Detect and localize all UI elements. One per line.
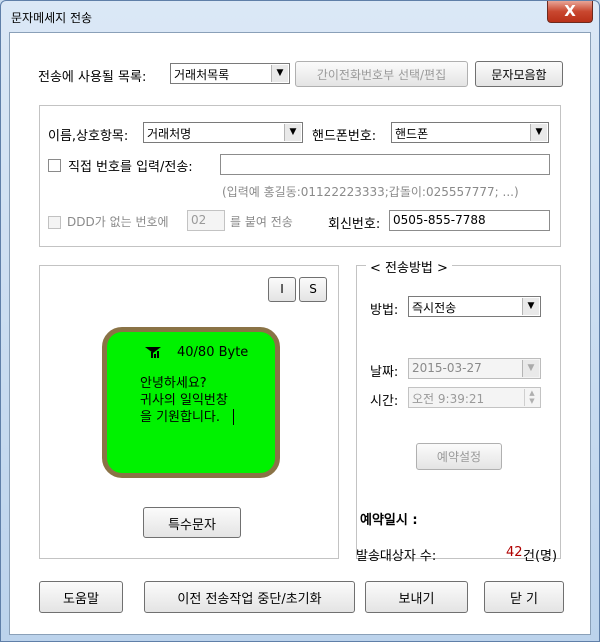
reserve-button[interactable]: 예약설정: [416, 443, 502, 470]
phone-field-value: 핸드폰: [395, 127, 429, 141]
ddd-prefix-suffix: 를 붙여 전송: [230, 215, 293, 229]
chevron-down-icon: ▼: [271, 65, 288, 82]
byte-counter: 40/80 Byte: [177, 345, 249, 360]
chevron-down-icon: ▼: [284, 124, 301, 141]
phonebook-edit-button[interactable]: 간이전화번호부 선택/편집: [295, 61, 468, 87]
direct-input-checkbox[interactable]: [48, 159, 61, 172]
callback-label: 회신번호:: [328, 217, 381, 232]
send-button[interactable]: 보내기: [365, 581, 468, 613]
input-example-text: (입력예 홍길동:01122223333;갑돌이:025557777; ...): [222, 185, 519, 199]
direct-input-label: 직접 번호를 입력/전송:: [68, 160, 193, 175]
date-label: 날짜:: [370, 365, 399, 380]
ddd-prefix-checkbox[interactable]: [48, 216, 61, 229]
insert-s-button[interactable]: S: [299, 277, 327, 302]
message-line-2: 귀사의 일익번창: [140, 393, 228, 408]
recipient-count-unit: 건(명): [523, 549, 558, 564]
send-method-title: < 전송방법 >: [366, 257, 452, 276]
phone-field-select[interactable]: 핸드폰 ▼: [391, 122, 549, 143]
reserve-datetime-label: 예약일시 :: [360, 513, 418, 528]
sms-dialog-window: 문자메세지 전송 X 전송에 사용될 목록: 거래처목록 ▼ 간이전화번호부 선…: [0, 0, 600, 642]
list-select[interactable]: 거래처목록 ▼: [170, 63, 290, 84]
chevron-down-icon: ▼: [522, 298, 539, 315]
help-button[interactable]: 도움말: [39, 581, 123, 613]
list-label: 전송에 사용될 목록:: [38, 70, 147, 85]
chevron-down-icon: ▼: [522, 360, 539, 377]
recipient-count-label: 발송대상자 수:: [356, 549, 437, 564]
direct-number-input[interactable]: [220, 154, 550, 175]
message-line-3: 을 기원합니다.: [140, 410, 221, 425]
ddd-prefix-input[interactable]: 02: [187, 210, 225, 231]
message-collection-button[interactable]: 문자모음함: [475, 61, 563, 87]
ddd-prefix-label: DDD가 없는 번호에: [67, 215, 169, 229]
time-input[interactable]: 오전 9:39:21 ▲ ▼: [408, 387, 541, 408]
date-picker[interactable]: 2015-03-27 ▼: [408, 358, 541, 379]
name-field-value: 거래처명: [147, 127, 192, 141]
recipient-count-value: 42: [506, 545, 523, 560]
special-chars-button[interactable]: 특수문자: [143, 507, 241, 538]
signal-icon: [145, 347, 161, 358]
name-field-label: 이름,상호항목:: [48, 129, 129, 144]
reset-button[interactable]: 이전 전송작업 중단/초기화: [144, 581, 355, 613]
date-value: 2015-03-27: [412, 361, 482, 375]
list-select-value: 거래처목록: [174, 68, 230, 82]
callback-number-input[interactable]: 0505-855-7788: [389, 210, 550, 231]
time-spinner[interactable]: ▲ ▼: [524, 389, 539, 406]
method-select-value: 즉시전송: [412, 301, 457, 315]
method-select[interactable]: 즉시전송 ▼: [408, 296, 541, 317]
message-editor[interactable]: 40/80 Byte 안녕하세요? 귀사의 일익번창 을 기원합니다.: [102, 327, 280, 478]
chevron-down-icon: ▼: [530, 124, 547, 141]
window-close-button[interactable]: X: [547, 1, 593, 23]
close-button[interactable]: 닫 기: [484, 581, 564, 613]
text-caret: [233, 409, 234, 425]
title-bar[interactable]: 문자메세지 전송 X: [1, 1, 599, 33]
window-title: 문자메세지 전송: [11, 11, 93, 25]
time-label: 시간:: [370, 394, 399, 409]
phone-field-label: 핸드폰번호:: [312, 129, 377, 144]
dialog-client-area: 전송에 사용될 목록: 거래처목록 ▼ 간이전화번호부 선택/편집 문자모음함 …: [9, 32, 591, 635]
method-label: 방법:: [370, 303, 399, 318]
message-line-1: 안녕하세요?: [140, 376, 207, 391]
insert-i-button[interactable]: I: [268, 277, 296, 302]
name-field-select[interactable]: 거래처명 ▼: [143, 122, 303, 143]
time-value: 오전 9:39:21: [412, 392, 485, 406]
